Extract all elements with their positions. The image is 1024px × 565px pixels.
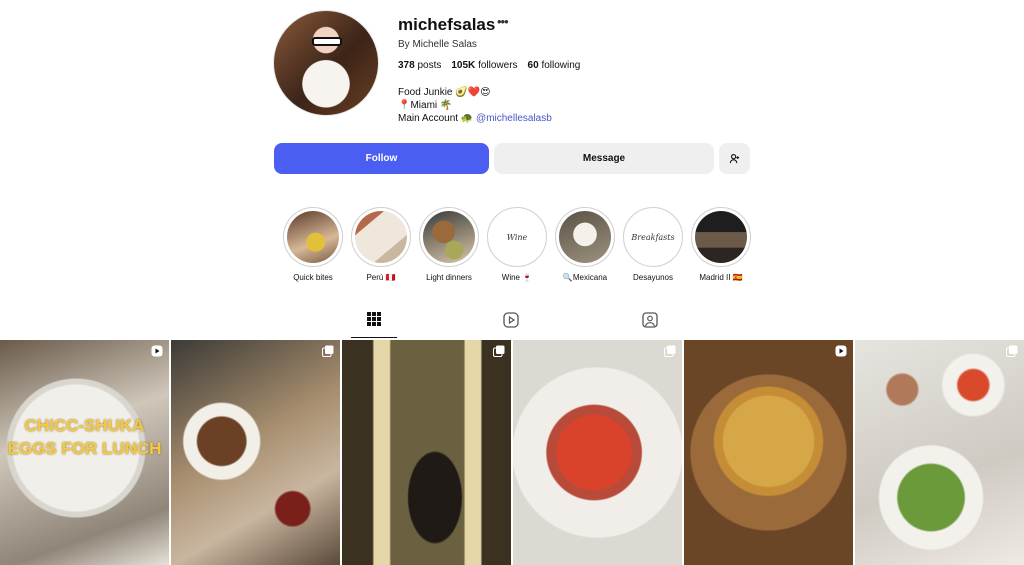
- reel-icon: [835, 345, 847, 357]
- post-tile[interactable]: [513, 340, 682, 565]
- post-tile[interactable]: CHICC-SHUKA EGGS FOR LUNCH: [0, 340, 169, 565]
- tab-reels[interactable]: [488, 312, 534, 338]
- bio-line: 📍Miami 🌴: [398, 100, 453, 111]
- tab-posts[interactable]: [351, 312, 397, 338]
- post-tile[interactable]: [342, 340, 511, 565]
- highlight-label: Madrid II 🇪🇸: [699, 273, 743, 282]
- highlight-wine[interactable]: Wine Wine 🍷: [486, 207, 548, 282]
- followers-stat[interactable]: 105K followers: [451, 60, 517, 71]
- post-overlay-text: CHICC-SHUKA EGGS FOR LUNCH: [7, 416, 162, 458]
- post-tile[interactable]: [855, 340, 1024, 565]
- reels-icon: [503, 312, 519, 328]
- highlight-label: Perú 🇵🇪: [366, 273, 396, 282]
- profile-avatar[interactable]: [273, 10, 379, 116]
- highlight-label: Wine 🍷: [501, 273, 533, 282]
- story-highlights: Quick bites Perú 🇵🇪 Light dinners Wine W…: [282, 207, 762, 287]
- profile-tabs: [0, 312, 1024, 338]
- tab-tagged[interactable]: [627, 312, 673, 338]
- grid-icon: [367, 312, 381, 326]
- carousel-icon: [493, 345, 505, 357]
- highlight-cover-text: Breakfasts: [627, 211, 679, 263]
- highlight-light-dinners[interactable]: Light dinners: [418, 207, 480, 282]
- profile-stats: 378 posts 105K followers 60 following: [398, 60, 580, 71]
- bio-account-link[interactable]: @michellesalasb: [476, 113, 552, 124]
- more-options-icon[interactable]: •••: [497, 14, 509, 29]
- reel-icon: [151, 345, 163, 357]
- bio-line: Main Account 🐢 @michellesalasb: [398, 113, 552, 124]
- highlight-mexicana[interactable]: 🔍Mexicana: [554, 207, 616, 282]
- highlight-madrid[interactable]: Madrid II 🇪🇸: [690, 207, 752, 282]
- profile-username: michefsalas: [398, 15, 496, 34]
- highlight-label: Light dinners: [426, 273, 472, 282]
- follow-button[interactable]: Follow: [274, 143, 489, 174]
- bio-line: Food Junkie 🥑❤️😍: [398, 87, 491, 98]
- highlight-label: Quick bites: [293, 273, 333, 282]
- profile-byline: By Michelle Salas: [398, 39, 477, 50]
- highlight-desayunos[interactable]: Breakfasts Desayunos: [622, 207, 684, 282]
- carousel-icon: [664, 345, 676, 357]
- highlight-label: 🔍Mexicana: [562, 273, 608, 282]
- highlight-label: Desayunos: [632, 273, 674, 282]
- highlight-quick-bites[interactable]: Quick bites: [282, 207, 344, 282]
- highlight-peru[interactable]: Perú 🇵🇪: [350, 207, 412, 282]
- posts-grid: CHICC-SHUKA EGGS FOR LUNCH: [0, 340, 1024, 565]
- highlight-cover-text: Wine: [491, 211, 543, 263]
- carousel-icon: [322, 345, 334, 357]
- message-button[interactable]: Message: [494, 143, 714, 174]
- carousel-icon: [1006, 345, 1018, 357]
- posts-stat[interactable]: 378 posts: [398, 60, 441, 71]
- add-user-icon[interactable]: [719, 143, 750, 174]
- tagged-icon: [642, 312, 658, 328]
- profile-bio: Food Junkie 🥑❤️😍 📍Miami 🌴 Main Account 🐢…: [398, 86, 552, 125]
- following-stat[interactable]: 60 following: [528, 60, 581, 71]
- post-tile[interactable]: [171, 340, 340, 565]
- post-tile[interactable]: [684, 340, 853, 565]
